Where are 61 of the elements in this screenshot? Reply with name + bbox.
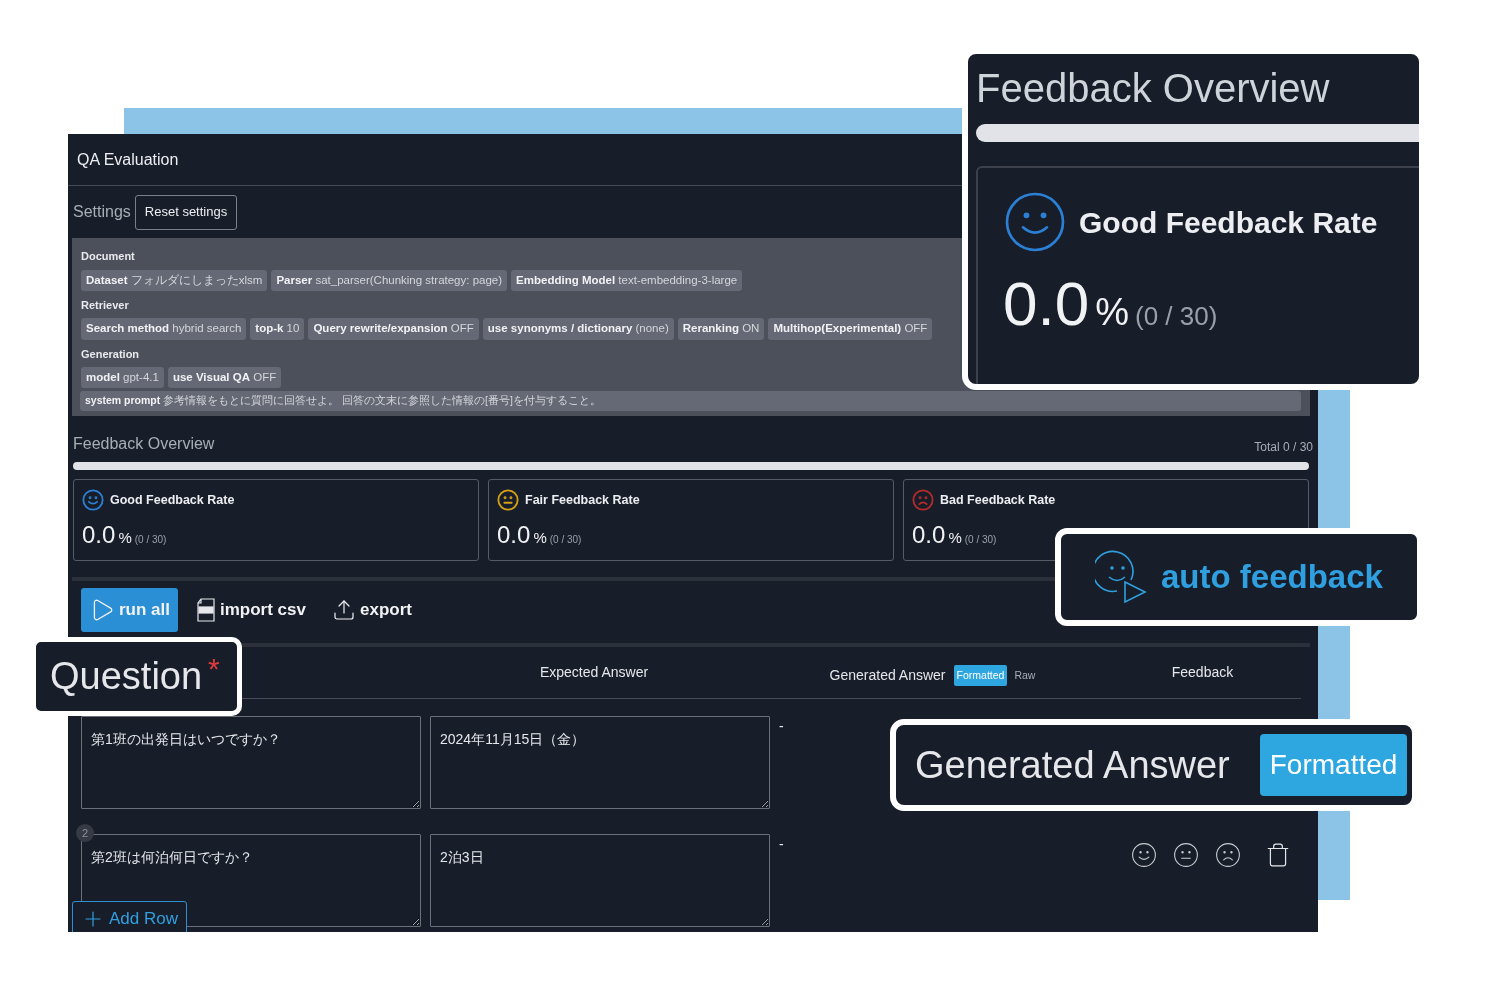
callout-title: Feedback Overview — [976, 65, 1331, 112]
card-title: Fair Feedback Rate — [525, 491, 640, 509]
card-title: Good Feedback Rate — [110, 491, 235, 509]
rate-count: (0 / 30) — [964, 533, 997, 547]
smiley-button[interactable] — [1131, 842, 1157, 868]
system-prompt-chip: system prompt 参考情報をもとに質問に回答せよ。 回答の文末に参照した情報の[番号]を付与すること。 — [80, 391, 1301, 411]
rate-unit: % — [533, 528, 547, 548]
setting-chip: top-k 10 — [250, 318, 305, 340]
group-title: Generation — [81, 346, 140, 362]
neutral-face-button[interactable] — [1173, 842, 1199, 868]
setting-chip: Dataset フォルダにしまったxlsm — [81, 269, 268, 291]
expected-answer-field[interactable]: 2024年11月15日（金） — [430, 716, 770, 809]
group-title: Retriever — [81, 297, 129, 313]
column-header: Question — [50, 654, 203, 699]
column-header: Feedback — [1171, 663, 1234, 682]
expected-answer-field[interactable]: 2泊3日 — [430, 834, 770, 927]
required-mark: * — [208, 651, 220, 687]
group-title: Document — [81, 249, 135, 264]
setting-chip: Search method hybrid search — [81, 318, 247, 340]
column-header: Expected Answer — [539, 663, 649, 682]
column-header: Generated Answer — [829, 666, 946, 685]
reset-settings-button[interactable]: Reset settings — [134, 194, 238, 230]
rate-unit: % — [1095, 290, 1129, 335]
generated-answer: - — [779, 835, 784, 854]
rate-count: (0 / 30) — [549, 533, 582, 547]
window-title: QA Evaluation — [77, 149, 179, 170]
frown-button[interactable] — [1215, 842, 1241, 868]
setting-chip: model gpt-4.1 — [81, 367, 164, 389]
question-field[interactable]: 第1班の出発日はいつですか？ — [81, 716, 421, 809]
add-row-button[interactable]: Add Row — [72, 901, 187, 932]
setting-chip: Embedding Model text-embedding-3-large — [511, 269, 743, 291]
column-header: Generated Answer — [915, 742, 1230, 788]
total-count: Total 0 / 30 — [1254, 439, 1313, 456]
row-number: 2 — [76, 824, 94, 842]
setting-chip: Reranking ON — [677, 318, 765, 340]
setting-chip: Multihop(Experimental) OFF — [768, 318, 933, 340]
csv-file-icon — [196, 598, 216, 622]
setting-chip: use Visual QA OFF — [167, 367, 282, 389]
export-button[interactable]: export — [324, 588, 420, 632]
delete-icon[interactable] — [1265, 842, 1291, 868]
rate-value: 0.0 — [82, 520, 116, 550]
rate-value: 0.0 — [497, 520, 531, 550]
section-label: Feedback Overview — [73, 434, 215, 454]
rate-count: (0 / 30) — [1135, 300, 1218, 333]
view-toggle[interactable]: Raw — [1011, 664, 1039, 687]
auto-feedback-button[interactable]: auto feedback — [1161, 552, 1383, 602]
card-title: Good Feedback Rate — [1079, 204, 1378, 241]
setting-chip: Parser sat_parser(Chunking strategy: page) — [271, 269, 508, 291]
section-label: Settings — [73, 202, 131, 222]
smiley-play-icon — [1095, 550, 1149, 604]
rate-count: (0 / 30) — [134, 533, 167, 547]
generated-answer: - — [779, 717, 784, 736]
rate-value: 0.0 — [1003, 272, 1090, 336]
setting-chip: use synonyms / dictionary (none) — [482, 318, 674, 340]
upload-icon — [332, 598, 356, 622]
rate-value: 0.0 — [912, 520, 946, 550]
import-csv-button[interactable]: import csv — [188, 588, 314, 632]
card-title: Bad Feedback Rate — [940, 491, 1056, 509]
rate-unit: % — [118, 528, 132, 548]
rate-unit: % — [948, 528, 962, 548]
setting-chip: Query rewrite/expansion OFF — [308, 318, 479, 340]
